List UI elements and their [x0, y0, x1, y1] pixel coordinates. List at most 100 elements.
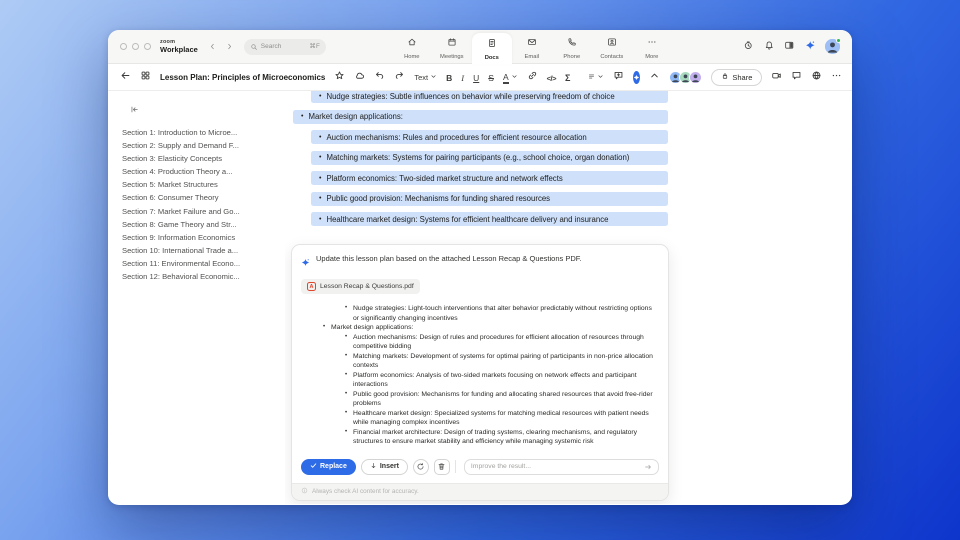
window-minimize-button[interactable] — [132, 43, 139, 50]
outline-item[interactable]: Section 9: Information Economics — [122, 231, 279, 244]
ai-prompt-text: Update this lesson plan based on the att… — [316, 254, 582, 263]
ai-assistant-button[interactable] — [633, 70, 641, 84]
bullet: • — [345, 409, 348, 416]
outline-item[interactable]: Section 3: Elasticity Concepts — [122, 152, 279, 165]
nav-tab-contacts[interactable]: Contacts — [592, 30, 632, 64]
collaborator-avatar[interactable] — [689, 70, 703, 84]
chevron-down-icon — [430, 73, 437, 82]
outline-item[interactable]: Section 12: Behavioral Economic... — [122, 270, 279, 283]
main-nav: Home Meetings Docs Email Phone Contacts More — [392, 30, 672, 64]
pdf-attachment-chip[interactable]: A Lesson Recap & Questions.pdf — [301, 279, 420, 294]
outline-item[interactable]: Section 1: Introduction to Microe... — [122, 126, 279, 139]
actions-divider — [454, 460, 456, 473]
highlighted-line[interactable]: • Public good provision: Mechanisms for f… — [311, 191, 668, 206]
back-icon[interactable] — [120, 68, 131, 86]
ai-result-line: • Matching markets: Development of system… — [345, 352, 653, 370]
nav-tab-more[interactable]: More — [632, 30, 672, 64]
formula-sigma-icon[interactable]: Σ — [565, 68, 570, 86]
outline-item[interactable]: Section 2: Supply and Demand F... — [122, 139, 279, 152]
mail-icon — [527, 34, 537, 52]
bold-icon[interactable]: B — [446, 68, 452, 86]
ai-companion-panel: Update this lesson plan based on the att… — [291, 244, 669, 501]
ai-disclaimer: Always check AI content for accuracy. — [292, 482, 668, 500]
user-avatar[interactable] — [825, 38, 841, 54]
ai-companion-icon[interactable] — [805, 38, 816, 56]
bullet: • — [345, 352, 348, 359]
submit-arrow-icon[interactable] — [644, 458, 652, 476]
ai-result-text: • Nudge strategies: Light-touch intervent… — [292, 294, 668, 455]
text-style-dropdown[interactable]: Text — [414, 73, 437, 82]
improve-input[interactable] — [470, 463, 640, 470]
share-button[interactable]: Share — [711, 68, 763, 86]
highlighted-line[interactable]: • Matching markets: Systems for pairing p… — [311, 150, 668, 165]
nav-tab-home[interactable]: Home — [392, 30, 432, 64]
highlighted-line[interactable]: • Healthcare market design: Systems for e… — [311, 212, 668, 226]
nav-forward-icon[interactable] — [225, 38, 234, 56]
highlighted-line[interactable]: • Platform economics: Two-sided market st… — [311, 171, 668, 185]
history-icon[interactable] — [743, 38, 754, 56]
outline-item[interactable]: Section 7: Market Failure and Go... — [122, 205, 279, 218]
globe-icon[interactable] — [811, 68, 822, 86]
doc-toolbar: Lesson Plan: Principles of Microeconomic… — [108, 64, 852, 91]
strikethrough-icon[interactable]: S — [488, 68, 494, 86]
doc-icon — [487, 35, 497, 53]
arrow-down-icon — [370, 462, 377, 471]
text-color-icon: A — [502, 71, 509, 84]
highlighted-line[interactable]: • Auction mechanisms: Rules and procedure… — [311, 130, 668, 144]
code-icon[interactable]: </> — [547, 68, 557, 86]
window-close-button[interactable] — [120, 43, 127, 50]
improve-input-wrap[interactable] — [463, 458, 659, 476]
list-icon — [588, 73, 595, 82]
search-input[interactable] — [260, 43, 301, 50]
ai-sparkle-icon — [301, 254, 310, 272]
zoom-workplace-window: zoom Workplace ⌘F HomeMeetingsDocsEmailP… — [108, 30, 852, 505]
global-search[interactable]: ⌘F — [243, 38, 326, 55]
notifications-bell-icon[interactable] — [764, 38, 775, 56]
video-camera-icon[interactable] — [771, 68, 782, 86]
nav-tab-email[interactable]: Email — [512, 30, 552, 64]
nav-tab-phone[interactable]: Phone — [552, 30, 592, 64]
outline-item[interactable]: Section 10: International Trade a... — [122, 244, 279, 257]
underline-icon[interactable]: U — [473, 68, 479, 86]
collaborator-avatars — [669, 70, 703, 84]
chevron-down-icon — [597, 73, 604, 82]
outline-item[interactable]: Section 5: Market Structures — [122, 178, 279, 191]
replace-button[interactable]: Replace — [301, 458, 356, 475]
bullet: • — [319, 154, 322, 161]
outline-item[interactable]: Section 6: Consumer Theory — [122, 191, 279, 204]
bullet: • — [319, 215, 322, 223]
highlighted-line[interactable]: • Nudge strategies: Subtle influences on … — [311, 91, 668, 103]
ai-actions: Replace Insert — [292, 455, 668, 483]
docs-home-icon[interactable] — [140, 68, 151, 86]
add-comment-icon[interactable] — [613, 68, 624, 86]
nav-back-icon[interactable] — [208, 38, 217, 56]
collapse-toolbar-icon[interactable] — [649, 68, 660, 86]
link-icon[interactable] — [527, 68, 538, 86]
nav-tab-docs[interactable]: Docs — [471, 32, 512, 64]
outline-item[interactable]: Section 11: Environmental Econo... — [122, 257, 279, 270]
italic-icon[interactable]: I — [461, 68, 464, 86]
bullet: • — [319, 133, 322, 141]
bullet: • — [345, 371, 348, 378]
bullet: • — [345, 428, 348, 435]
discard-button[interactable] — [433, 458, 450, 475]
undo-icon[interactable] — [374, 68, 385, 86]
highlighted-line[interactable]: • Market design applications: — [293, 109, 668, 124]
titlebar: zoom Workplace ⌘F HomeMeetingsDocsEmailP… — [108, 30, 852, 64]
nav-tab-meetings[interactable]: Meetings — [432, 30, 472, 64]
list-dropdown[interactable] — [588, 73, 604, 82]
chat-icon[interactable] — [791, 68, 802, 86]
text-color-dropdown[interactable]: A — [502, 71, 518, 84]
window-zoom-button[interactable] — [144, 43, 151, 50]
cloud-save-icon — [354, 68, 365, 86]
favorite-star-icon[interactable] — [334, 68, 345, 86]
calendar-icon — [447, 34, 457, 52]
insert-button[interactable]: Insert — [360, 458, 408, 475]
regenerate-button[interactable] — [412, 458, 429, 475]
outline-item[interactable]: Section 4: Production Theory a... — [122, 165, 279, 178]
redo-icon[interactable] — [394, 68, 405, 86]
more-options-icon[interactable] — [831, 68, 842, 86]
side-panel-toggle-icon[interactable] — [784, 38, 795, 56]
outline-item[interactable]: Section 8: Game Theory and Str... — [122, 218, 279, 231]
collapse-outline-icon[interactable] — [130, 101, 279, 119]
